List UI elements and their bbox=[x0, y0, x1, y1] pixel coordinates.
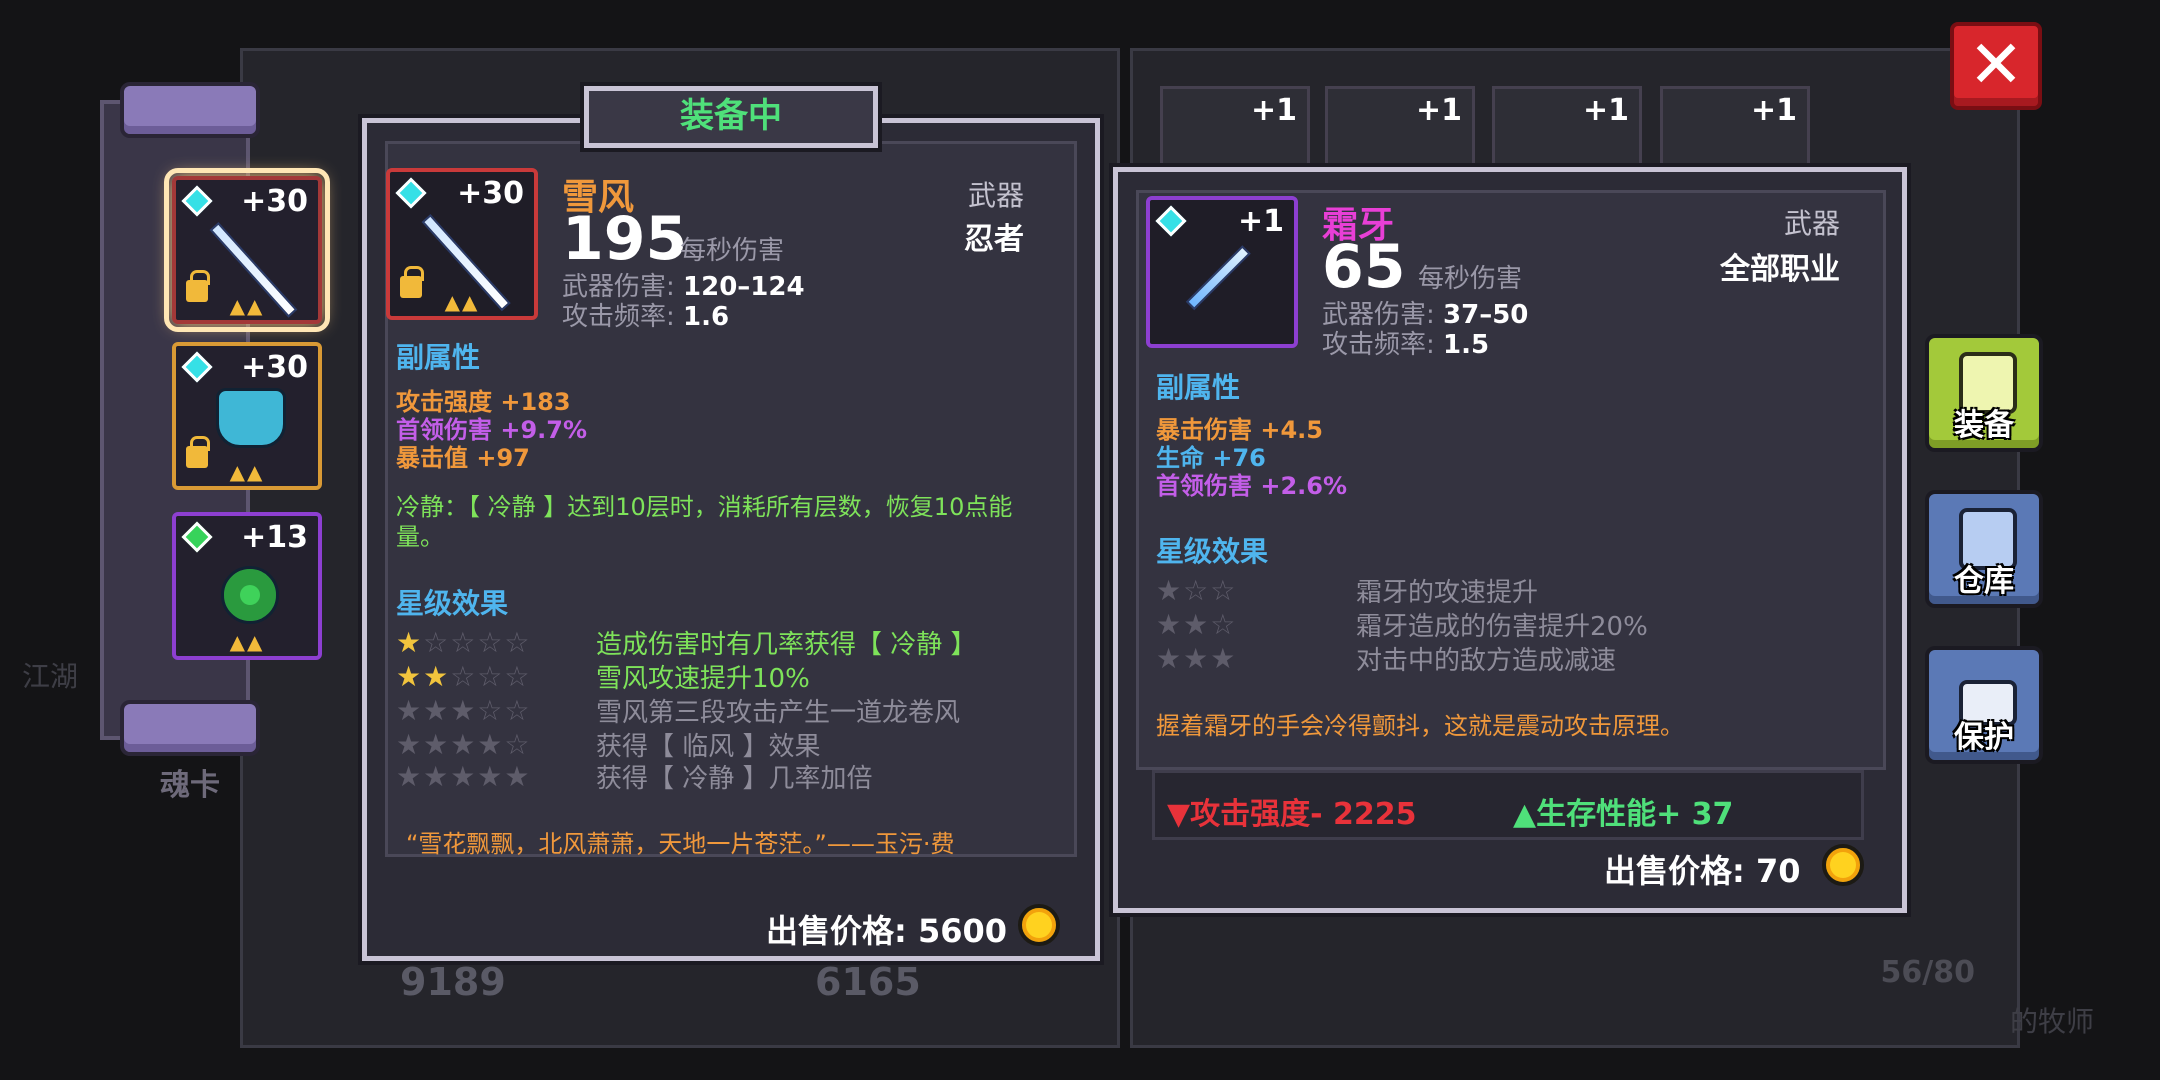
star-effect-5: 获得【 冷静 】几率加倍 bbox=[596, 764, 873, 794]
slot-level: +30 bbox=[241, 184, 308, 219]
rate-label: 攻击频率: bbox=[1322, 330, 1435, 360]
compare-dps-label: 每秒伤害 bbox=[1418, 264, 1523, 294]
bag-count: 56/80 bbox=[1880, 955, 1975, 990]
equipped-attr: 暴击值 +97 bbox=[396, 444, 530, 472]
price-label: 出售价格: bbox=[766, 912, 907, 950]
cyan-gem-icon bbox=[1155, 205, 1187, 237]
cyan-gem-icon bbox=[395, 177, 427, 209]
equipped-star-title: 星级效果 bbox=[396, 587, 509, 620]
rate-value: 1.5 bbox=[1443, 330, 1490, 360]
fang-dagger-icon bbox=[1185, 245, 1251, 311]
star-rank-icon: ▲▲ bbox=[229, 294, 265, 318]
compare-type: 武器 bbox=[1783, 207, 1840, 240]
compare-star-effect-3: 对击中的敌方造成减速 bbox=[1356, 646, 1617, 676]
green-eye-icon bbox=[221, 566, 279, 624]
equipped-dps-label: 每秒伤害 bbox=[680, 236, 785, 266]
bag-slot-level: +1 bbox=[1750, 93, 1797, 128]
protect-button[interactable]: 保护 bbox=[1925, 646, 2043, 764]
compare-sub-attr-title: 副属性 bbox=[1156, 371, 1241, 404]
equip-button[interactable]: 装备 bbox=[1925, 334, 2043, 452]
compare-item-icon: +1 bbox=[1146, 196, 1298, 348]
soul-card-label: 魂卡 bbox=[160, 768, 220, 803]
compare-star-effect-2: 霜牙造成的伤害提升20% bbox=[1356, 612, 1648, 642]
bag-slot-level: +1 bbox=[1250, 93, 1297, 128]
compare-rate: 攻击频率: 1.5 bbox=[1322, 324, 1489, 361]
compare-price: 出售价格: 70 bbox=[1604, 846, 1800, 892]
survival-delta: ▲生存性能+ 37 bbox=[1513, 789, 1733, 833]
down-arrow-icon: ▼ bbox=[1167, 797, 1191, 832]
bag-slot-level: +1 bbox=[1582, 93, 1629, 128]
star-row-2: ★★☆☆☆ bbox=[396, 660, 532, 693]
bag-slot-level: +1 bbox=[1415, 93, 1462, 128]
equipped-sub-attr-title: 副属性 bbox=[396, 341, 481, 374]
storage-button[interactable]: 仓库 bbox=[1925, 490, 2043, 608]
coin-icon bbox=[1822, 844, 1864, 886]
equipped-passive: 冷静：【 冷静 】达到10层时，消耗所有层数，恢复10点能量。 bbox=[396, 493, 1013, 551]
equipped-item-icon: +30 ▲▲ bbox=[386, 168, 538, 320]
rate-value: 1.6 bbox=[683, 302, 730, 332]
survival-delta-text: 生存性能+ 37 bbox=[1536, 797, 1734, 832]
compare-level: +1 bbox=[1237, 204, 1284, 239]
equipped-price: 出售价格: 5600 bbox=[766, 906, 1007, 952]
protect-button-label: 保护 bbox=[1954, 720, 2014, 755]
equipped-class: 忍者 bbox=[964, 222, 1024, 257]
background-side-text-right: 的牧师 bbox=[2010, 1005, 2095, 1038]
background-stat-right: 6165 bbox=[815, 960, 921, 1004]
star-row-3: ★★★☆☆ bbox=[396, 694, 532, 727]
star-rank-icon: ▲▲ bbox=[229, 630, 265, 654]
compare-star-title: 星级效果 bbox=[1156, 535, 1269, 568]
slot-level: +30 bbox=[241, 350, 308, 385]
background-stat-left: 9189 bbox=[400, 960, 506, 1004]
compare-star-row-3: ★★★ bbox=[1156, 642, 1238, 675]
compare-flavor: 握着霜牙的手会冷得颤抖，这就是震动攻击原理。 bbox=[1156, 712, 1684, 740]
compare-attr: 首领伤害 +2.6% bbox=[1156, 472, 1348, 500]
slot-orb[interactable]: +13 ▲▲ bbox=[172, 512, 322, 660]
star-row-4: ★★★★☆ bbox=[396, 728, 532, 761]
coin-icon bbox=[1018, 904, 1060, 946]
star-row-1: ★☆☆☆☆ bbox=[396, 626, 532, 659]
price-value: 5600 bbox=[917, 912, 1008, 950]
close-button[interactable]: ✕ bbox=[1950, 22, 2042, 110]
star-row-5: ★★★★★ bbox=[396, 760, 532, 793]
rate-label: 攻击频率: bbox=[562, 302, 675, 332]
green-gem-icon bbox=[181, 521, 213, 553]
star-effect-1: 造成伤害时有几率获得【 冷静 】 bbox=[596, 630, 977, 660]
star-rank-icon: ▲▲ bbox=[444, 290, 480, 314]
equipped-level: +30 bbox=[457, 176, 524, 211]
star-effect-3: 雪风第三段攻击产生一道龙卷风 bbox=[596, 698, 961, 728]
scroll-up-button[interactable] bbox=[120, 82, 260, 138]
equipped-type: 武器 bbox=[967, 179, 1024, 212]
equipped-rate: 攻击频率: 1.6 bbox=[562, 296, 729, 333]
compare-class: 全部职业 bbox=[1720, 252, 1840, 287]
compare-dps: 65 bbox=[1322, 232, 1406, 302]
fox-pet-icon bbox=[216, 388, 286, 448]
slot-level: +13 bbox=[241, 520, 308, 555]
background-side-text-left: 江湖 bbox=[22, 660, 79, 693]
cyan-gem-icon bbox=[181, 351, 213, 383]
cyan-gem-icon bbox=[181, 185, 213, 217]
star-effect-2: 雪风攻速提升10% bbox=[596, 664, 810, 694]
attack-delta-text: 攻击强度- 2225 bbox=[1190, 797, 1417, 832]
compare-star-row-2: ★★☆ bbox=[1156, 608, 1238, 641]
compare-star-effect-1: 霜牙的攻速提升 bbox=[1356, 578, 1539, 608]
scroll-down-button[interactable] bbox=[120, 700, 260, 756]
equipped-tab: 装备中 bbox=[584, 86, 878, 148]
attack-delta: ▼攻击强度- 2225 bbox=[1167, 789, 1416, 833]
price-label: 出售价格: bbox=[1604, 852, 1745, 890]
slot-weapon[interactable]: +30 ▲▲ bbox=[164, 168, 330, 332]
slot-pet[interactable]: +30 ▲▲ bbox=[172, 342, 322, 490]
price-value: 70 bbox=[1755, 852, 1801, 890]
equip-button-label: 装备 bbox=[1954, 408, 2014, 443]
equipped-quote: “雪花飘飘，北风萧萧，天地一片苍茫。”——玉污·费 bbox=[406, 830, 955, 858]
storage-button-label: 仓库 bbox=[1954, 564, 2014, 599]
star-rank-icon: ▲▲ bbox=[229, 460, 265, 484]
up-arrow-icon: ▲ bbox=[1513, 797, 1537, 832]
comparison-bar: ▼攻击强度- 2225 ▲生存性能+ 37 bbox=[1152, 770, 1864, 840]
compare-star-row-1: ★☆☆ bbox=[1156, 574, 1238, 607]
equipped-dps: 195 bbox=[562, 204, 688, 274]
